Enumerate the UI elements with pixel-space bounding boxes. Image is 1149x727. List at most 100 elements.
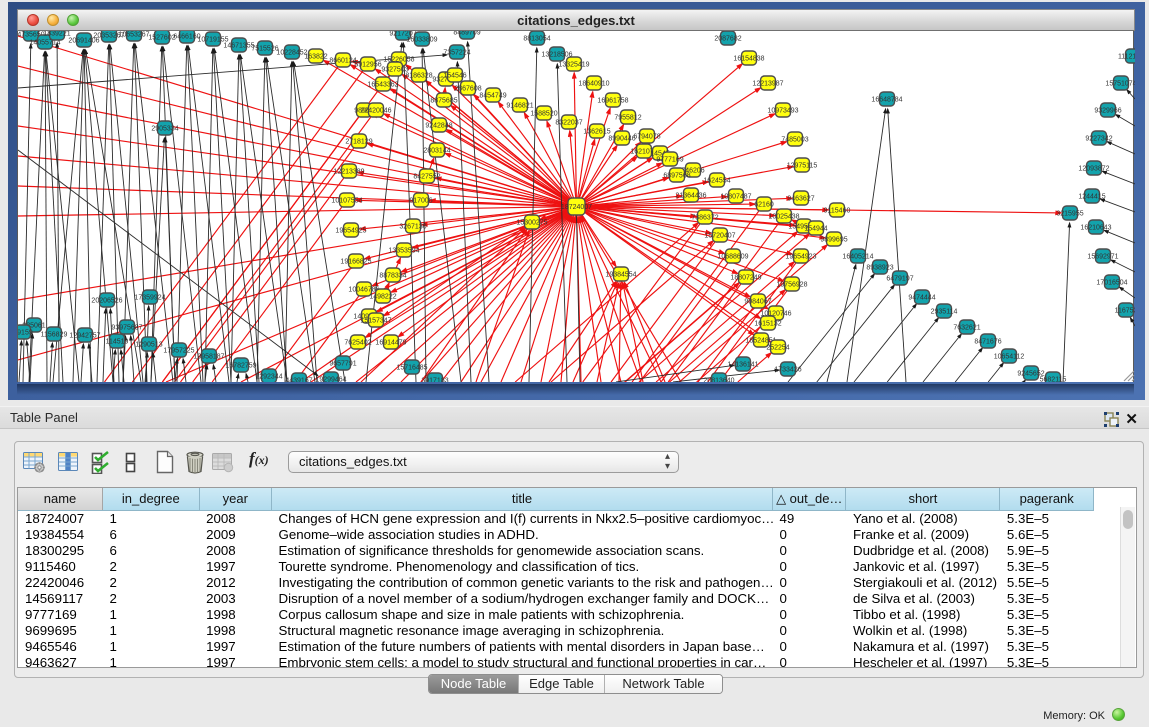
svg-text:16914479: 16914479 [375,340,406,347]
svg-text:9329966: 9329966 [1094,108,1121,115]
svg-text:3267130: 3267130 [399,224,426,231]
svg-text:16210643: 16210643 [1080,225,1111,232]
svg-text:917006: 917006 [409,198,432,205]
svg-text:9777169: 9777169 [656,157,683,164]
svg-text:7386372: 7386372 [691,215,718,222]
svg-text:1624554: 1624554 [703,178,730,185]
svg-text:6479197: 6479197 [886,276,913,283]
svg-text:16154838: 16154838 [733,56,764,63]
svg-text:18640910: 18640910 [578,81,609,88]
svg-text:5682115: 5682115 [1040,377,1067,383]
svg-text:1292344: 1292344 [255,374,282,381]
svg-text:10228452: 10228452 [276,50,307,57]
svg-text:7515526: 7515526 [251,46,278,53]
svg-text:19384554: 19384554 [605,272,636,279]
svg-text:1527602: 1527602 [148,35,175,42]
svg-text:9657791: 9657791 [329,361,356,368]
svg-text:22420046: 22420046 [360,108,391,115]
svg-text:9146821: 9146821 [506,103,533,110]
svg-text:7632621: 7632621 [953,325,980,332]
svg-text:15300275: 15300275 [516,220,547,227]
svg-text:14671355: 14671355 [223,43,254,50]
svg-text:2803144: 2803144 [423,148,450,155]
svg-text:10107554: 10107554 [331,198,362,205]
svg-text:8912956: 8912956 [354,62,381,69]
svg-text:9463627: 9463627 [787,196,814,203]
svg-text:19166825: 19166825 [340,259,371,266]
svg-text:17957225: 17957225 [163,348,194,355]
svg-text:1839221: 1839221 [43,31,70,38]
svg-text:15720407: 15720407 [704,233,735,240]
svg-text:11121334: 11121334 [1118,54,1135,61]
svg-text:116753: 116753 [1115,308,1135,315]
svg-text:16648784: 16648784 [871,97,902,104]
svg-text:18807249: 18807249 [730,275,761,282]
svg-text:7485003: 7485003 [781,137,808,144]
svg-text:19958187: 19958187 [193,354,224,361]
svg-text:15751074: 15751074 [1105,81,1135,88]
svg-text:10688609: 10688609 [717,254,748,261]
svg-text:19299464: 19299464 [315,377,346,383]
svg-text:6897568: 6897568 [663,173,690,180]
svg-text:1498222: 1498222 [369,294,396,301]
svg-text:2087682: 2087682 [714,36,741,43]
svg-text:10807487: 10807487 [720,194,751,201]
svg-text:7955812: 7955812 [614,115,641,122]
svg-text:154546: 154546 [443,73,466,80]
svg-text:1588520: 1588520 [530,111,557,118]
svg-text:93975687: 93975687 [111,325,142,332]
svg-text:1244415: 1244415 [1078,194,1105,201]
svg-text:10654112: 10654112 [994,354,1025,361]
svg-text:8322037: 8322037 [555,120,582,127]
svg-text:252254: 252254 [766,345,789,352]
svg-text:10653267: 10653267 [118,32,149,39]
svg-text:12213389: 12213389 [333,169,364,176]
svg-text:8875685: 8875685 [430,98,457,105]
svg-text:13325419: 13325419 [558,62,589,69]
svg-text:4439167: 4439167 [285,378,312,383]
svg-text:20813640: 20813640 [703,378,734,383]
svg-text:2905334: 2905334 [151,126,178,133]
svg-text:7625402: 7625402 [344,340,371,347]
svg-text:17359924: 17359924 [134,295,165,302]
svg-text:16543362: 16543362 [367,82,398,89]
svg-text:16782759: 16782759 [225,363,256,370]
svg-text:19654925: 19654925 [335,228,366,235]
svg-text:2935114: 2935114 [931,309,958,316]
svg-text:18724007: 18724007 [561,204,592,211]
svg-text:16961758: 16961758 [597,98,628,105]
svg-text:9474444: 9474444 [908,295,935,302]
svg-text:8878334: 8878334 [379,273,406,280]
svg-text:20206526: 20206526 [91,298,122,305]
svg-text:1290513: 1290513 [135,342,162,349]
svg-text:3917183: 3917183 [421,378,448,383]
svg-text:9084067: 9084067 [744,299,771,306]
svg-text:1733426: 1733426 [774,367,801,374]
svg-text:1156829: 1156829 [41,332,68,339]
svg-text:10025438: 10025438 [768,214,799,221]
svg-text:62160: 62160 [754,202,774,209]
svg-text:9115460: 9115460 [824,208,851,215]
svg-text:9899695: 9899695 [820,237,847,244]
svg-text:114519: 114519 [106,339,129,346]
svg-text:163822: 163822 [304,54,327,61]
svg-text:8427552: 8427552 [413,174,440,181]
svg-text:15692971: 15692971 [1087,254,1118,261]
svg-text:12213987: 12213987 [752,81,783,88]
svg-text:19654923: 19654923 [785,254,816,261]
svg-text:12093872: 12093872 [1078,166,1109,173]
svg-text:17016504: 17016504 [1096,280,1127,287]
svg-text:8454749: 8454749 [479,93,506,100]
svg-text:8660124: 8660124 [329,58,356,65]
svg-text:16405214: 16405214 [842,254,873,261]
svg-text:8813054: 8813054 [523,36,550,43]
svg-text:8990446: 8990446 [608,136,635,143]
svg-text:2718129: 2718129 [345,139,372,146]
svg-text:12975115: 12975115 [787,163,818,170]
svg-text:13353594: 13353594 [388,248,419,255]
svg-text:9227342: 9227342 [1085,136,1112,143]
svg-text:21364436: 21364436 [675,193,706,200]
svg-text:1615132: 1615132 [754,321,781,328]
svg-text:8938923: 8938923 [866,265,893,272]
svg-text:19756928: 19756928 [776,282,807,289]
